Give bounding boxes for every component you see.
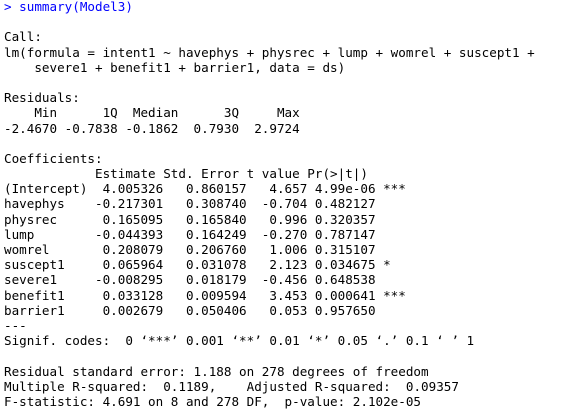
call-formula-line: severe1 + benefit1 + barrier1, data = ds… (4, 59, 346, 75)
coefficient-row: severe1 -0.008295 0.018179 -0.456 0.6485… (4, 272, 406, 288)
coefficient-row: benefit1 0.033128 0.009594 3.453 0.00064… (4, 287, 406, 303)
call-formula-line: lm(formula = intent1 ~ havephys + physre… (4, 44, 535, 60)
call-header: Call: (4, 29, 42, 45)
coefficient-row: lump -0.044393 0.164249 -0.270 0.787147 (4, 226, 406, 242)
coefficient-row: suscept1 0.065964 0.031078 2.123 0.03467… (4, 257, 406, 273)
coefficient-row: (Intercept) 4.005326 0.860157 4.657 4.99… (4, 181, 406, 197)
f-statistic-line: F-statistic: 4.691 on 8 and 278 DF, p-va… (4, 393, 422, 409)
r-squared-line: Multiple R-squared: 0.1189, Adjusted R-s… (4, 378, 467, 394)
coefficient-row: barrier1 0.002679 0.050406 0.053 0.95765… (4, 302, 406, 318)
console-prompt-command: > summary(Model3) (4, 0, 133, 14)
residuals-quantile-values: -2.4670 -0.7838 -0.1862 0.7930 2.9724 (4, 120, 308, 136)
signif-codes-legend: Signif. codes: 0 ‘***’ 0.001 ‘**’ 0.01 ‘… (4, 333, 475, 349)
separator-line: --- (4, 317, 27, 333)
coefficients-table-header: Estimate Std. Error t value Pr(>|t|) (4, 166, 399, 182)
coefficients-header: Coefficients: (4, 150, 103, 166)
coefficient-row: physrec 0.165095 0.165840 0.996 0.320357 (4, 211, 406, 227)
coefficient-row: womrel 0.208079 0.206760 1.006 0.315107 (4, 242, 406, 257)
residual-standard-error: Residual standard error: 1.188 on 278 de… (4, 363, 429, 379)
r-console-output[interactable]: > summary(Model3) Call: lm(formula = int… (4, 0, 571, 409)
coefficient-row: havephys -0.217301 0.308740 -0.704 0.482… (4, 196, 406, 212)
residuals-header: Residuals: (4, 90, 80, 106)
residuals-quantile-labels: Min 1Q Median 3Q Max (4, 105, 308, 121)
